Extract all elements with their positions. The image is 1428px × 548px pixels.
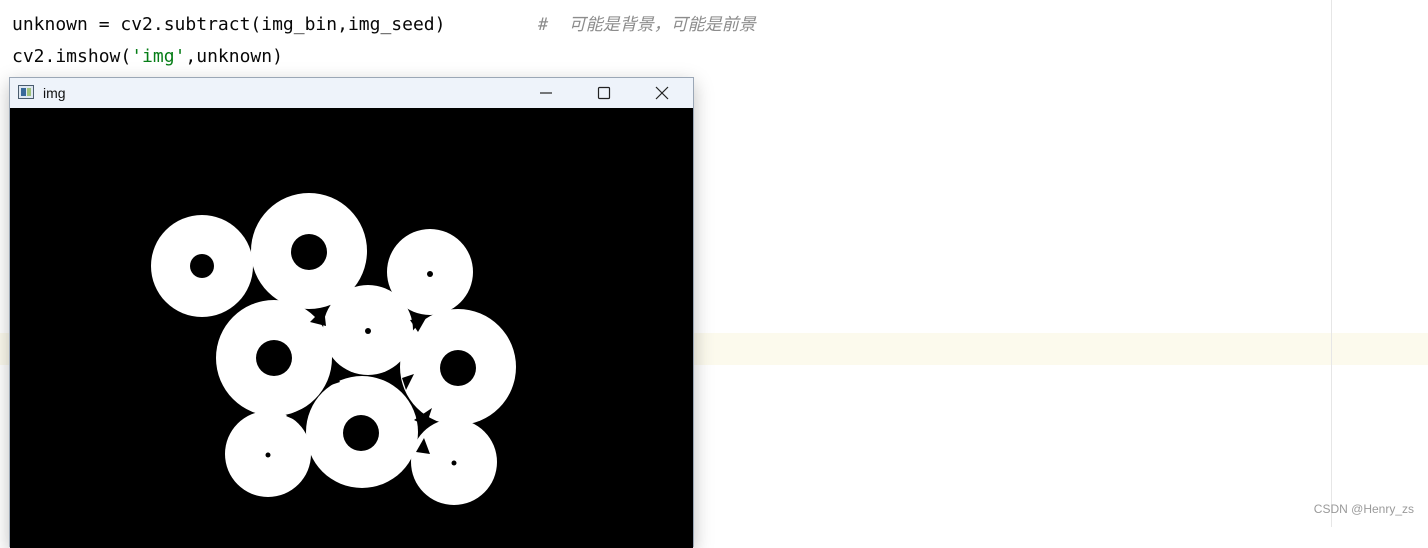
binary-image: [10, 108, 693, 548]
right-margin-guide: [1331, 0, 1332, 527]
image-canvas: [10, 108, 693, 548]
close-icon: [655, 86, 669, 100]
maximize-button[interactable]: [576, 78, 634, 108]
code-line-2[interactable]: cv2.imshow('img',unknown): [12, 46, 283, 68]
string-literal: 'img': [131, 46, 186, 67]
maximize-icon: [597, 86, 611, 100]
image-window[interactable]: img: [9, 77, 694, 548]
window-title: img: [43, 85, 66, 101]
minimize-icon: [540, 92, 552, 94]
close-button[interactable]: [634, 78, 692, 108]
code-text: unknown = cv2.subtract(img_bin,img_seed): [12, 14, 446, 35]
image-window-icon: [18, 85, 34, 99]
code-text: cv2.imshow(: [12, 46, 132, 67]
watermark: CSDN @Henry_zs: [1313, 502, 1414, 516]
code-comment: # 可能是背景，可能是前景: [538, 15, 756, 35]
window-titlebar[interactable]: img: [10, 78, 693, 108]
minimize-button[interactable]: [518, 78, 576, 108]
code-line-1[interactable]: unknown = cv2.subtract(img_bin,img_seed): [12, 14, 445, 36]
code-text: ,unknown): [185, 46, 283, 67]
